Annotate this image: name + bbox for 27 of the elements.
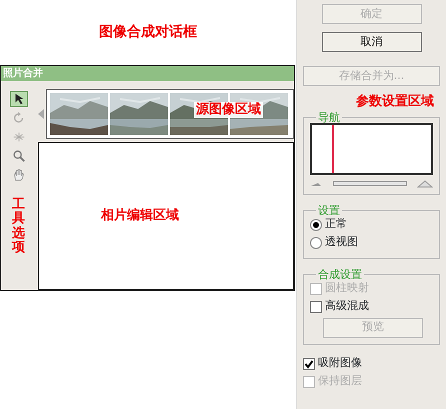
zoom-slider[interactable] [332,181,406,186]
radio-button[interactable] [310,236,322,248]
annotation-label: 源图像区域 [194,102,263,118]
checkbox-label: 圆柱映射 [325,280,369,296]
group-title: 导航 [317,112,341,122]
radio-option[interactable]: 透视图 [310,234,433,252]
checkbox-label: 高级混成 [325,298,369,314]
group-title: 合成设置 [317,268,363,280]
option-label: 透视图 [325,234,358,250]
radio-option[interactable]: 正常 [310,216,433,234]
zoom-in-icon[interactable] [417,180,433,188]
checkbox[interactable] [303,358,315,370]
annotation-label: 相片编辑区域 [101,206,179,226]
annotation-label: 工具选项 [12,198,25,256]
zoom-out-icon[interactable] [310,180,322,186]
select-icon[interactable] [10,91,28,107]
checkbox-label: 保持图层 [318,373,362,390]
annotation-label: 图像合成对话框 [99,23,197,42]
annotation-label: 参数设置区域 [356,93,434,111]
button[interactable]: 取消 [322,32,422,52]
group-title: 设置 [317,204,341,216]
option-label: 正常 [325,216,347,232]
view-marker [332,124,334,172]
checkbox-label: 吸附图像 [318,355,362,372]
window-title: 照片合并 [1,66,294,81]
radio-button[interactable] [310,218,322,230]
checkbox[interactable] [310,300,322,312]
